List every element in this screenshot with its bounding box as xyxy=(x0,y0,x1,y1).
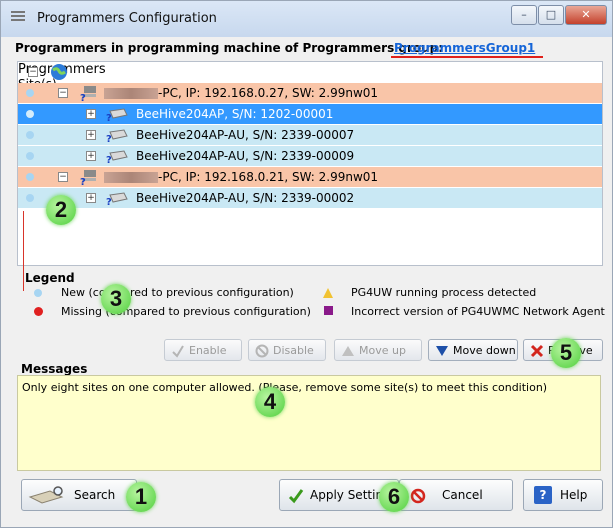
configuration-window: Programmers Configuration – □ ✕ Programm… xyxy=(0,0,613,528)
legend-title: Legend xyxy=(25,271,75,285)
computer-icon: ? xyxy=(80,170,96,185)
svg-text:?: ? xyxy=(80,93,86,101)
warning-triangle-icon xyxy=(323,288,333,298)
arrow-up-icon xyxy=(342,346,354,356)
new-legend-icon xyxy=(34,289,42,297)
svg-text:?: ? xyxy=(106,197,112,205)
programmer-device-icon: ? xyxy=(106,108,128,121)
callout-4: 4 xyxy=(255,387,285,417)
legend-missing: Missing (compared to previous configurat… xyxy=(61,305,311,318)
computer-icon: ? xyxy=(80,86,96,101)
highlight-underline xyxy=(391,56,543,58)
tree-row-programmer[interactable]: + ? BeeHive204AP-AU, S/N: 2339-00009 xyxy=(18,146,602,166)
messages-title: Messages xyxy=(21,362,88,376)
new-status-icon xyxy=(26,173,34,181)
expand-icon[interactable]: + xyxy=(86,109,96,119)
message-text: Only eight sites on one computer allowed… xyxy=(22,381,548,394)
cancel-button[interactable]: Cancel xyxy=(399,479,513,511)
messages-panel: Only eight sites on one computer allowed… xyxy=(17,375,601,471)
missing-legend-icon xyxy=(34,307,43,316)
svg-text:?: ? xyxy=(106,113,112,121)
expand-icon[interactable]: + xyxy=(86,130,96,140)
programmer-label: BeeHive204AP, S/N: 1202-00001 xyxy=(136,107,334,121)
collapse-icon[interactable]: − xyxy=(58,172,68,182)
annotation-arrow xyxy=(23,211,24,291)
arrow-down-icon xyxy=(436,346,448,356)
programmer-label: BeeHive204AP-AU, S/N: 2339-00007 xyxy=(136,128,355,142)
title-bar: Programmers Configuration – □ ✕ xyxy=(1,1,612,37)
tree-row-programmer[interactable]: + ? BeeHive204AP-AU, S/N: 2339-00007 xyxy=(18,125,602,145)
programmer-device-icon: ? xyxy=(106,129,128,142)
move-up-button[interactable]: Move up xyxy=(334,339,422,361)
redacted-hostname xyxy=(104,172,158,183)
disable-button[interactable]: Disable xyxy=(248,339,326,361)
collapse-icon[interactable]: − xyxy=(58,88,68,98)
svg-text:?: ? xyxy=(106,155,112,163)
programmers-tree[interactable]: − Programmers Site(s) − ? -PC, IP: 192.1… xyxy=(17,61,603,266)
tree-row-programmer-selected[interactable]: + ? BeeHive204AP, S/N: 1202-00001 xyxy=(18,104,602,124)
tree-row-programmer[interactable]: + ? BeeHive204AP-AU, S/N: 2339-00002 xyxy=(18,188,602,208)
callout-6: 6 xyxy=(379,482,409,512)
callout-1: 1 xyxy=(126,482,156,512)
svg-text:?: ? xyxy=(80,177,86,185)
help-icon: ? xyxy=(534,486,552,504)
tree-root[interactable]: − Programmers Site(s) xyxy=(18,62,602,91)
red-x-icon xyxy=(530,344,544,358)
checkmark-icon xyxy=(172,345,184,358)
new-status-icon xyxy=(26,152,34,160)
programmer-label: BeeHive204AP-AU, S/N: 2339-00009 xyxy=(136,149,355,163)
expand-icon[interactable]: + xyxy=(86,151,96,161)
redacted-hostname xyxy=(104,88,158,99)
tree-row-pc[interactable]: − ? -PC, IP: 192.168.0.21, SW: 2.99nw01 xyxy=(18,167,602,187)
app-icon xyxy=(11,11,25,23)
programmer-device-icon: ? xyxy=(106,150,128,163)
new-status-icon xyxy=(26,110,34,118)
programmer-label: BeeHive204AP-AU, S/N: 2339-00002 xyxy=(136,191,355,205)
green-check-icon xyxy=(288,489,304,504)
legend-incorrect: Incorrect version of PG4UWMC Network Age… xyxy=(351,305,605,318)
tree-root-label: Programmers xyxy=(18,62,602,77)
search-button[interactable]: Search xyxy=(21,479,137,511)
cancel-icon xyxy=(410,488,426,504)
programmer-device-icon: ? xyxy=(106,192,128,205)
block-icon xyxy=(255,344,269,358)
minimize-button[interactable]: – xyxy=(511,5,537,25)
collapse-icon[interactable]: − xyxy=(28,67,38,77)
callout-5: 5 xyxy=(551,338,581,368)
incorrect-version-icon xyxy=(324,306,333,315)
callout-2: 2 xyxy=(46,195,76,225)
callout-3: 3 xyxy=(101,284,131,314)
pc-label: -PC, IP: 192.168.0.27, SW: 2.99nw01 xyxy=(158,86,379,100)
legend-running: PG4UW running process detected xyxy=(351,286,537,299)
legend-new: New (compared to previous configuration) xyxy=(61,286,294,299)
pc-label: -PC, IP: 192.168.0.21, SW: 2.99nw01 xyxy=(158,170,379,184)
window-title: Programmers Configuration xyxy=(37,11,217,26)
maximize-button[interactable]: □ xyxy=(538,5,564,25)
new-status-icon xyxy=(26,131,34,139)
expand-icon[interactable]: + xyxy=(86,193,96,203)
globe-icon xyxy=(51,64,67,80)
help-button[interactable]: ? Help xyxy=(523,479,603,511)
new-status-icon xyxy=(26,194,34,202)
search-programmer-icon xyxy=(28,486,64,504)
new-status-icon xyxy=(26,89,34,97)
tree-row-pc[interactable]: − ? -PC, IP: 192.168.0.27, SW: 2.99nw01 xyxy=(18,83,602,103)
close-button[interactable]: ✕ xyxy=(565,5,607,25)
enable-button[interactable]: Enable xyxy=(164,339,242,361)
move-down-button[interactable]: Move down xyxy=(428,339,518,361)
svg-text:?: ? xyxy=(106,134,112,142)
programmers-group-link[interactable]: ProgrammersGroup1 xyxy=(394,41,535,55)
